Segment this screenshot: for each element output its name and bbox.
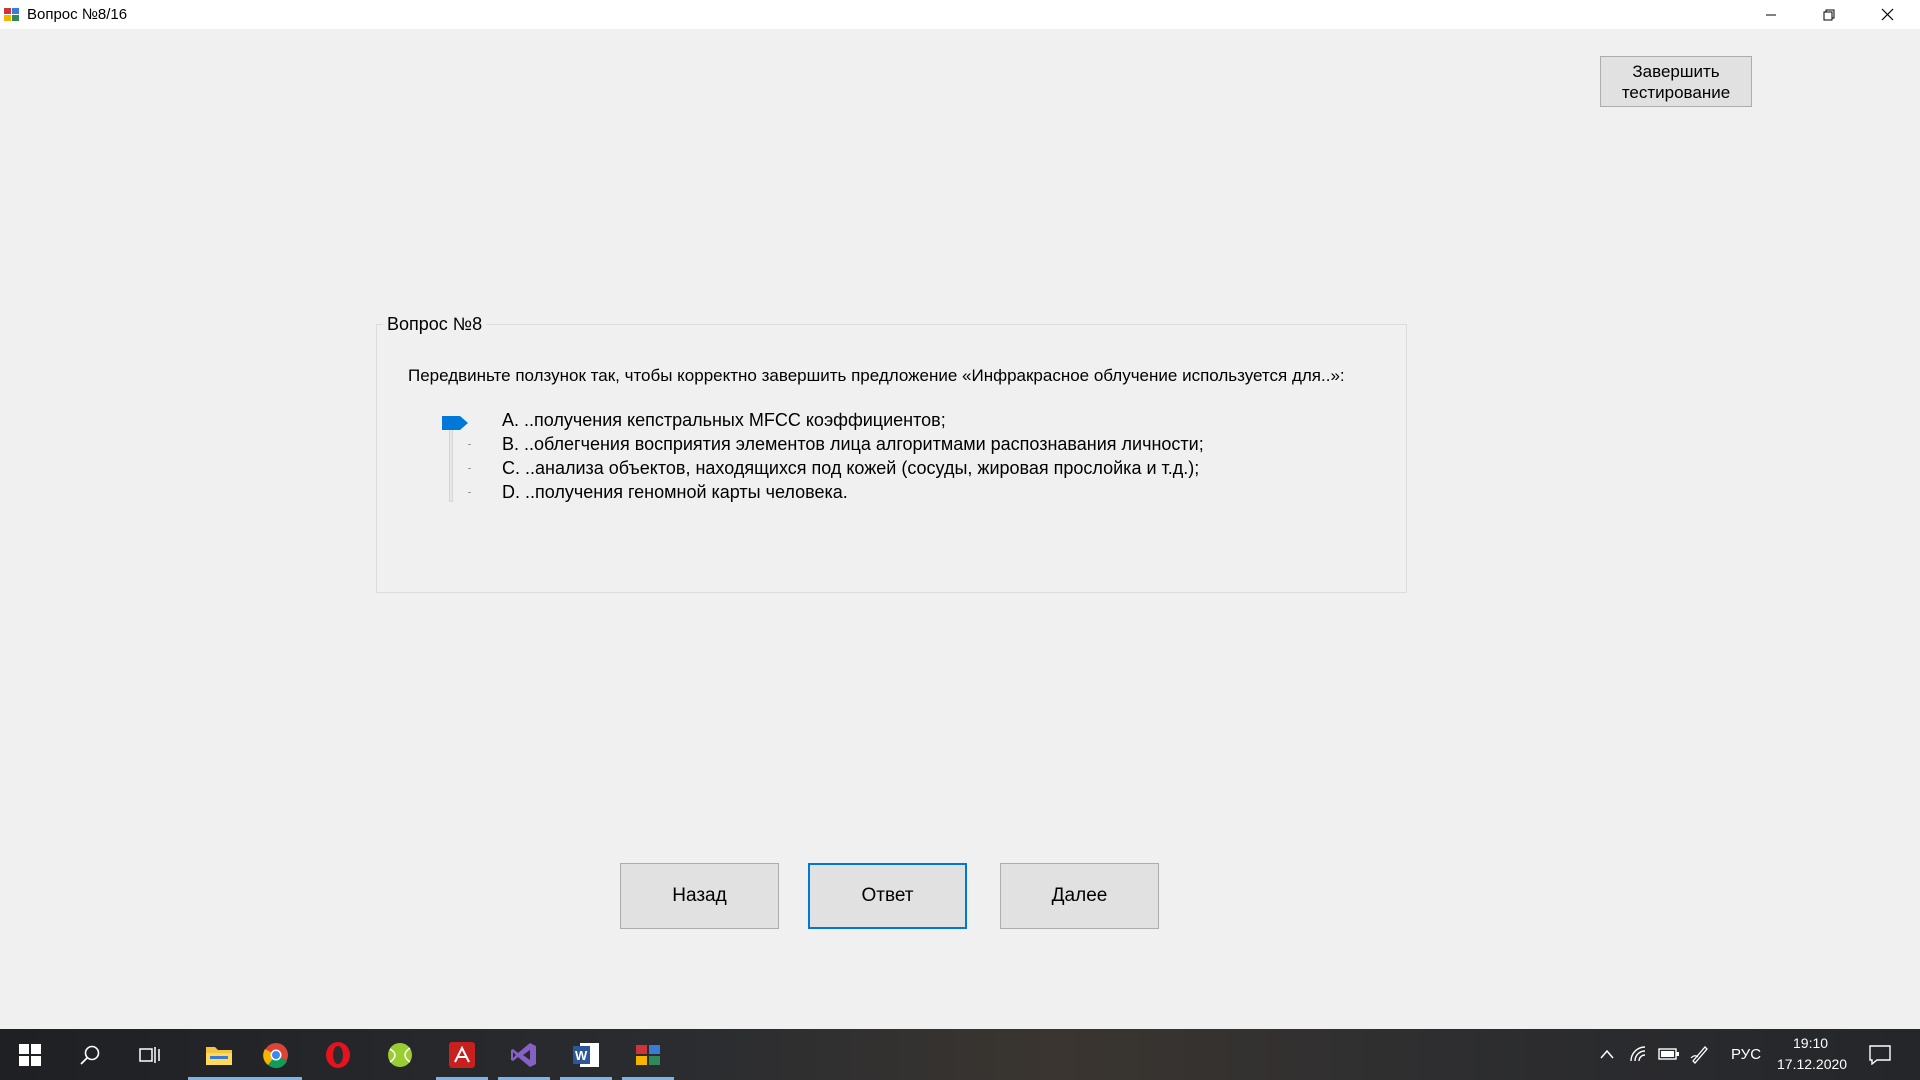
window-title: Вопрос №8/16 [27, 6, 128, 23]
question-prompt: Передвиньте ползунок так, чтобы корректн… [408, 366, 1345, 385]
network-icon[interactable] [1629, 1045, 1647, 1063]
slider-tick [468, 468, 471, 469]
option-a: A. ..получения кепстральных MFCC коэффиц… [502, 410, 946, 430]
clock-date[interactable]: 17.12.2020 [1777, 1056, 1847, 1072]
slider-tick [468, 492, 471, 493]
title-bar: Вопрос №8/16 [0, 0, 1920, 29]
close-icon [1881, 8, 1893, 21]
slider-tick [468, 444, 471, 445]
search-icon [80, 1045, 100, 1065]
task-view-icon [139, 1046, 160, 1063]
language-indicator[interactable]: РУС [1731, 1046, 1761, 1063]
chrome-icon [263, 1042, 288, 1068]
tennis-ball-icon [388, 1042, 412, 1067]
taskbar-search-button[interactable] [64, 1029, 116, 1080]
visual-studio-icon [511, 1042, 536, 1067]
clock-time[interactable]: 19:10 [1793, 1035, 1828, 1051]
back-button[interactable]: Назад [620, 863, 779, 929]
opera-icon [326, 1041, 350, 1068]
pen-icon[interactable] [1690, 1044, 1710, 1064]
minimize-icon [1766, 14, 1776, 15]
folder-icon [206, 1046, 232, 1065]
options-list: A. ..получения кепстральных MFCC коэффиц… [502, 408, 1204, 504]
answer-slider-thumb[interactable] [442, 416, 468, 430]
taskbar-visual-studio[interactable] [498, 1029, 550, 1080]
windows-start-icon [19, 1043, 41, 1066]
taskbar-opera[interactable] [312, 1029, 364, 1080]
restore-icon [1823, 9, 1835, 20]
acrobat-icon [449, 1041, 475, 1068]
answer-button[interactable]: Ответ [808, 863, 967, 929]
taskbar-chrome[interactable] [250, 1029, 302, 1080]
taskbar-word[interactable]: W [560, 1029, 612, 1080]
test-app-icon [636, 1044, 660, 1065]
option-b: B. ..облегчения восприятия элементов лиц… [502, 434, 1204, 454]
battery-icon[interactable] [1658, 1047, 1680, 1061]
taskbar: W РУС 19:10 17.12.2020 [0, 1029, 1920, 1080]
option-c: C. ..анализа объектов, находящихся под к… [502, 458, 1200, 478]
taskbar-test-app[interactable] [622, 1029, 674, 1080]
app-icon [4, 8, 19, 21]
close-button[interactable] [1858, 0, 1916, 29]
restore-button[interactable] [1800, 0, 1858, 29]
taskbar-tennis-app[interactable] [374, 1029, 426, 1080]
app-window: Вопрос №8/16 Завершить тестирование Вопр… [0, 0, 1920, 1029]
notification-center-icon[interactable] [1869, 1045, 1891, 1065]
svg-text:W: W [575, 1048, 588, 1063]
tray-expand-icon[interactable] [1599, 1048, 1615, 1060]
minimize-button[interactable] [1742, 0, 1800, 29]
answer-slider-track[interactable] [449, 418, 453, 502]
task-view-button[interactable] [124, 1029, 176, 1080]
question-group-title: Вопрос №8 [383, 314, 487, 335]
finish-testing-button[interactable]: Завершить тестирование [1600, 56, 1752, 107]
option-d: D. ..получения геномной карты человека. [502, 482, 848, 502]
taskbar-file-explorer[interactable] [188, 1029, 250, 1080]
taskbar-acrobat[interactable] [436, 1029, 488, 1080]
start-button[interactable] [4, 1029, 56, 1080]
word-icon: W [573, 1042, 599, 1067]
next-button[interactable]: Далее [1000, 863, 1159, 929]
